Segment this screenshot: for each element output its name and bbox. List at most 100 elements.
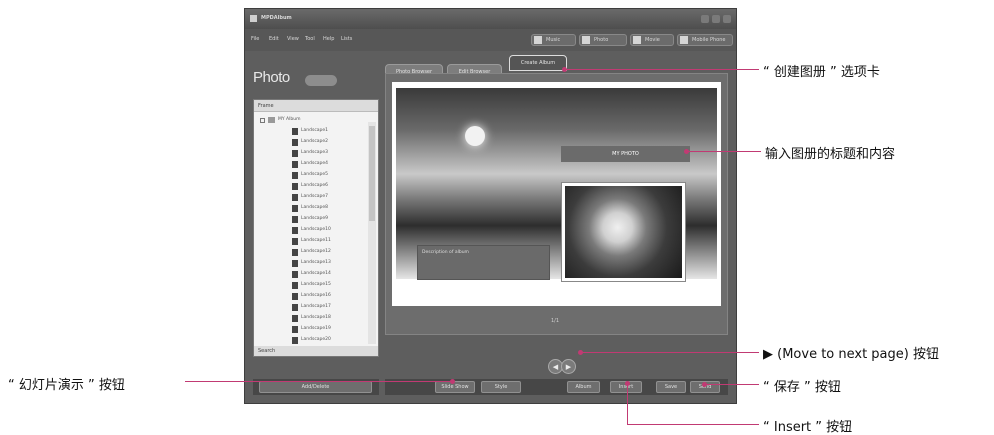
callout-line	[565, 69, 759, 70]
tree-item[interactable]: Landscape20	[292, 336, 362, 345]
image-file-icon	[292, 260, 298, 267]
annotation-create-album-tab: “ 创建图册 ” 选项卡	[763, 65, 880, 80]
scrollbar-thumb[interactable]	[369, 126, 375, 221]
image-file-icon	[292, 161, 298, 168]
window-title: MPDAlbum	[261, 15, 292, 21]
album-button[interactable]: Album	[567, 381, 600, 393]
tree-item-label: Landscape7	[301, 194, 329, 199]
album-text-field[interactable]: Description of album	[417, 245, 550, 280]
menu-lists[interactable]: Lists	[341, 36, 352, 42]
menu-help[interactable]: Help	[323, 36, 334, 42]
tree-item[interactable]: Landscape13	[292, 259, 362, 268]
tree-item[interactable]: Landscape16	[292, 292, 362, 301]
tree-item-label: Landscape4	[301, 161, 329, 166]
tree-item[interactable]: Landscape9	[292, 215, 362, 224]
maximize-icon[interactable]	[712, 15, 720, 23]
callout-line	[581, 352, 759, 353]
tree-item-label: Landscape2	[301, 139, 329, 144]
next-page-button[interactable]: ▶	[561, 359, 576, 374]
title-bar: MPDAlbum	[245, 9, 736, 29]
movie-button[interactable]: Movie	[630, 34, 674, 46]
close-icon[interactable]	[723, 15, 731, 23]
minimize-icon[interactable]	[701, 15, 709, 23]
tree-scrollbar[interactable]	[368, 122, 376, 344]
menu-edit[interactable]: Edit	[269, 36, 279, 42]
tree-item-label: Landscape8	[301, 205, 329, 210]
image-file-icon	[292, 194, 298, 201]
save-button[interactable]: Save	[656, 381, 686, 393]
image-file-icon	[292, 172, 298, 179]
expand-icon[interactable]	[260, 118, 265, 123]
tree-item[interactable]: Landscape18	[292, 314, 362, 323]
image-file-icon	[292, 315, 298, 322]
folder-tree-panel: Frame MY Album Landscape1 Landscape2 Lan…	[253, 99, 379, 357]
photo-button-label: Photo	[594, 37, 609, 43]
tree-item-label: Landscape15	[301, 282, 331, 287]
album-title-field[interactable]: MY PHOTO	[561, 146, 690, 162]
tree-item[interactable]: Landscape14	[292, 270, 362, 279]
image-file-icon	[292, 249, 298, 256]
image-file-icon	[292, 337, 298, 344]
tree-item[interactable]: Landscape1	[292, 127, 362, 136]
image-file-icon	[292, 271, 298, 278]
tree-item[interactable]: Landscape19	[292, 325, 362, 334]
movie-button-label: Movie	[645, 37, 660, 43]
tree-item-label: Landscape13	[301, 260, 331, 265]
tree-item[interactable]: Landscape3	[292, 149, 362, 158]
tree-item[interactable]: Landscape2	[292, 138, 362, 147]
status-badge	[305, 75, 337, 86]
photo-frame[interactable]	[561, 182, 686, 282]
tree-item[interactable]: Landscape7	[292, 193, 362, 202]
menu-file[interactable]: File	[251, 36, 259, 42]
page-title: Photo	[253, 69, 290, 86]
tree-item-label: Landscape5	[301, 172, 329, 177]
callout-line	[687, 151, 761, 152]
album-page: MY PHOTO Description of album	[392, 82, 721, 306]
tree-root-label: MY Album	[278, 117, 301, 122]
image-file-icon	[292, 227, 298, 234]
image-file-icon	[292, 205, 298, 212]
tree-item[interactable]: Landscape6	[292, 182, 362, 191]
music-button[interactable]: Music	[531, 34, 576, 46]
tree-item[interactable]: Landscape10	[292, 226, 362, 235]
tree-footer: Search	[254, 346, 378, 356]
slideshow-button[interactable]: Slide Show	[435, 381, 475, 393]
page-number: 1/1	[551, 318, 560, 324]
tree-item[interactable]: Landscape4	[292, 160, 362, 169]
callout-line	[185, 381, 452, 382]
tab-create-album[interactable]: Create Album	[509, 55, 567, 71]
mobile-phone-button-label: Mobile Phone	[692, 37, 726, 43]
mobile-phone-button[interactable]: Mobile Phone	[677, 34, 733, 46]
app-window: MPDAlbum File Edit View Tool Help Lists …	[244, 8, 737, 404]
tree-item-label: Landscape14	[301, 271, 331, 276]
tree-item[interactable]: Landscape12	[292, 248, 362, 257]
annotation-next-page: ▶ (Move to next page) 按钮	[763, 347, 939, 362]
image-file-icon	[292, 293, 298, 300]
tree-item[interactable]: Landscape11	[292, 237, 362, 246]
callout-line	[627, 384, 628, 424]
tree-root[interactable]: MY Album	[260, 116, 360, 125]
image-file-icon	[292, 139, 298, 146]
music-icon	[534, 36, 542, 44]
annotation-input-title: 输入图册的标题和内容	[765, 147, 896, 162]
photo-icon	[582, 36, 590, 44]
app-logo-icon	[250, 15, 257, 22]
movie-icon	[633, 36, 641, 44]
music-button-label: Music	[546, 37, 561, 43]
tree-item-label: Landscape19	[301, 326, 331, 331]
tree-item[interactable]: Landscape8	[292, 204, 362, 213]
tree-item[interactable]: Landscape5	[292, 171, 362, 180]
tree-item-label: Landscape1	[301, 128, 329, 133]
menu-tool[interactable]: Tool	[305, 36, 315, 42]
add-delete-button[interactable]: Add/Delete	[259, 381, 372, 393]
folder-icon	[268, 117, 275, 123]
tree-item-label: Landscape20	[301, 337, 331, 342]
flower-photo	[565, 186, 682, 278]
annotation-slideshow: “ 幻灯片演示 ” 按钮	[8, 378, 125, 393]
photo-button[interactable]: Photo	[579, 34, 627, 46]
style-button[interactable]: Style	[481, 381, 521, 393]
tree-item-label: Landscape6	[301, 183, 329, 188]
tree-item[interactable]: Landscape17	[292, 303, 362, 312]
menu-view[interactable]: View	[287, 36, 299, 42]
tree-item[interactable]: Landscape15	[292, 281, 362, 290]
